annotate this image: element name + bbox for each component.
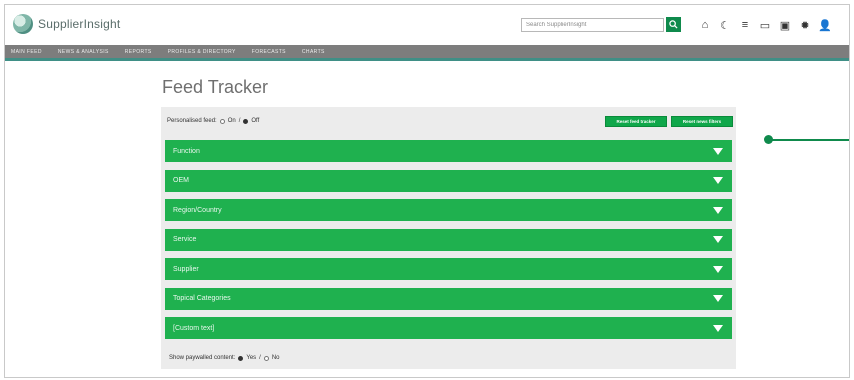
logo-mark-icon [13,14,33,34]
feed-tracker-panel: Personalised feed: On / Off Reset feed t… [161,107,736,369]
header-icon-bar: ⌂ ☾ ≡ ▭ ▣ ✹ 👤 [695,17,835,33]
reset-feed-tracker-button[interactable]: Reset feed tracker [605,116,667,127]
nav-item-reports[interactable]: REPORTS [125,49,152,55]
filter-bar-label: OEM [173,177,189,184]
nav-item-forecasts[interactable]: FORECASTS [252,49,286,55]
filter-bar-label: Service [173,236,197,243]
filter-bar-function[interactable]: Function [165,140,732,162]
filter-bar-label: Supplier [173,265,199,273]
moon-icon[interactable]: ☾ [715,17,735,33]
filter-bar-label: Region/Country [173,206,222,214]
personalised-feed-label: Personalised feed: [167,118,217,124]
tablet-icon[interactable]: ▭ [755,17,775,33]
nav-item-main-feed[interactable]: MAIN FEED [11,49,42,55]
user-icon[interactable]: 👤 [815,17,835,33]
nav-divider [5,58,849,61]
filter-bar-label: Topical Categories [173,295,231,302]
search-input[interactable] [521,18,664,32]
chevron-down-icon[interactable] [713,265,723,273]
filter-bar-region-country[interactable]: Region/Country [165,199,732,221]
chart-icon[interactable]: ▣ [775,17,795,33]
filter-bar-label: Function [173,147,200,155]
nav-item-news-analysis[interactable]: NEWS & ANALYSIS [58,49,109,55]
chevron-down-icon[interactable] [713,177,723,184]
filter-bar-topical-categories[interactable]: Topical Categories [165,287,732,310]
callout-line [772,139,849,141]
filter-accordion: Function OEM Region/Country Service Supplier… [165,140,732,347]
filter-bar-label: [Custom text] [173,324,215,332]
home-icon[interactable]: ⌂ [695,17,715,33]
gear-icon[interactable]: ✹ [795,17,815,33]
menu-icon[interactable]: ≡ [735,17,755,33]
show-paywalled-label: Show paywalled content: [169,355,236,361]
personalised-off-label: Off [251,118,260,124]
chevron-down-icon[interactable] [713,206,723,214]
app-logo[interactable]: SupplierInsight [13,14,120,34]
search-icon [669,20,678,29]
filter-bar-oem[interactable]: OEM [165,169,732,192]
personalised-feed-toggle: Personalised feed: On / Off [167,118,260,124]
chevron-down-icon[interactable] [713,147,723,155]
paywalled-no-radio[interactable] [263,355,269,361]
paywalled-no-label: No [271,355,280,361]
personalised-on-radio[interactable] [219,118,225,124]
filter-bar-supplier[interactable]: Supplier [165,258,732,280]
filter-bar-service[interactable]: Service [165,228,732,251]
reset-news-filters-button[interactable]: Reset news filters [671,116,733,127]
filter-bar-custom-text[interactable]: [Custom text] [165,317,732,339]
chevron-down-icon[interactable] [713,324,723,332]
personalised-off-radio[interactable] [243,118,249,124]
show-paywalled-toggle: Show paywalled content: Yes / No [169,355,280,361]
search-button[interactable] [666,17,681,32]
nav-item-profiles-directory[interactable]: PROFILES & DIRECTORY [168,49,236,55]
nav-item-charts[interactable]: CHARTS [302,49,325,55]
page-title: Feed Tracker [162,77,269,97]
paywalled-yes-label: Yes [246,355,257,361]
app-window: SupplierInsight ⌂☾≡▭▣✹👤 MAIN FEED NEWS & … [4,4,850,378]
chevron-down-icon[interactable] [713,295,723,302]
paywalled-yes-radio[interactable] [238,355,244,361]
chevron-down-icon[interactable] [713,236,723,243]
top-header: SupplierInsight ⌂☾≡▭▣✹👤 [5,5,849,45]
app-name: SupplierInsight [38,17,121,31]
personalised-on-label: On [227,118,236,124]
main-nav: MAIN FEED NEWS & ANALYSIS REPORTS PROFILES … [5,45,849,58]
